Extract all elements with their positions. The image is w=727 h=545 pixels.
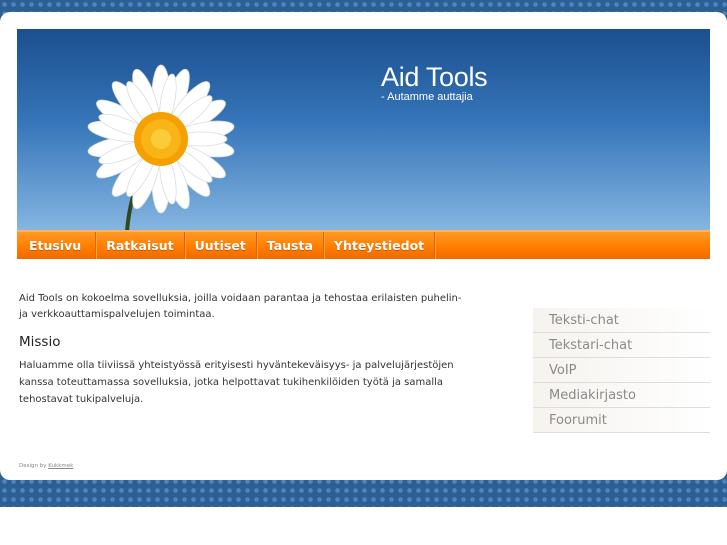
sidebar-item-foorumit[interactable]: Foorumit (533, 408, 710, 433)
page-container: Aid Tools - Autamme auttajia Etusivu Rat… (0, 12, 727, 480)
site-subtitle: - Autamme auttajia (381, 91, 473, 103)
site-title: Aid Tools (381, 62, 488, 92)
sidebar-item-mediakirjasto[interactable]: Mediakirjasto (533, 383, 710, 408)
sidebar-item-voip[interactable]: VoIP (533, 358, 710, 383)
footer-credit: Design by Kukkmek (19, 463, 73, 469)
nav-item-yhteystiedot[interactable]: Yhteystiedot (324, 232, 436, 259)
daisy-flower-image (87, 64, 235, 230)
sidebar-item-tekstari-chat[interactable]: Tekstari-chat (533, 333, 710, 358)
sidebar-menu: Teksti-chat Tekstari-chat VoIP Mediakirj… (533, 308, 710, 433)
sidebar-item-teksti-chat[interactable]: Teksti-chat (533, 308, 710, 333)
header-banner: Aid Tools - Autamme auttajia (17, 29, 710, 230)
footer-prefix: Design by (19, 463, 47, 469)
mission-text: Haluamme olla tiiviissä yhteistyössä eri… (19, 360, 454, 405)
nav-item-tausta[interactable]: Tausta (257, 232, 324, 259)
main-content: Aid Tools on kokoelma sovelluksia, joill… (19, 291, 469, 408)
footer-designer-link[interactable]: Kukkmek (48, 463, 73, 469)
intro-text: Aid Tools on kokoelma sovelluksia, joill… (19, 293, 462, 320)
mission-heading: Missio (19, 334, 61, 350)
page-bottom (0, 507, 727, 545)
main-navigation: Etusivu Ratkaisut Uutiset Tausta Yhteyst… (17, 230, 710, 259)
nav-item-uutiset[interactable]: Uutiset (185, 232, 257, 259)
nav-item-ratkaisut[interactable]: Ratkaisut (96, 232, 185, 259)
nav-item-etusivu[interactable]: Etusivu (17, 232, 97, 259)
